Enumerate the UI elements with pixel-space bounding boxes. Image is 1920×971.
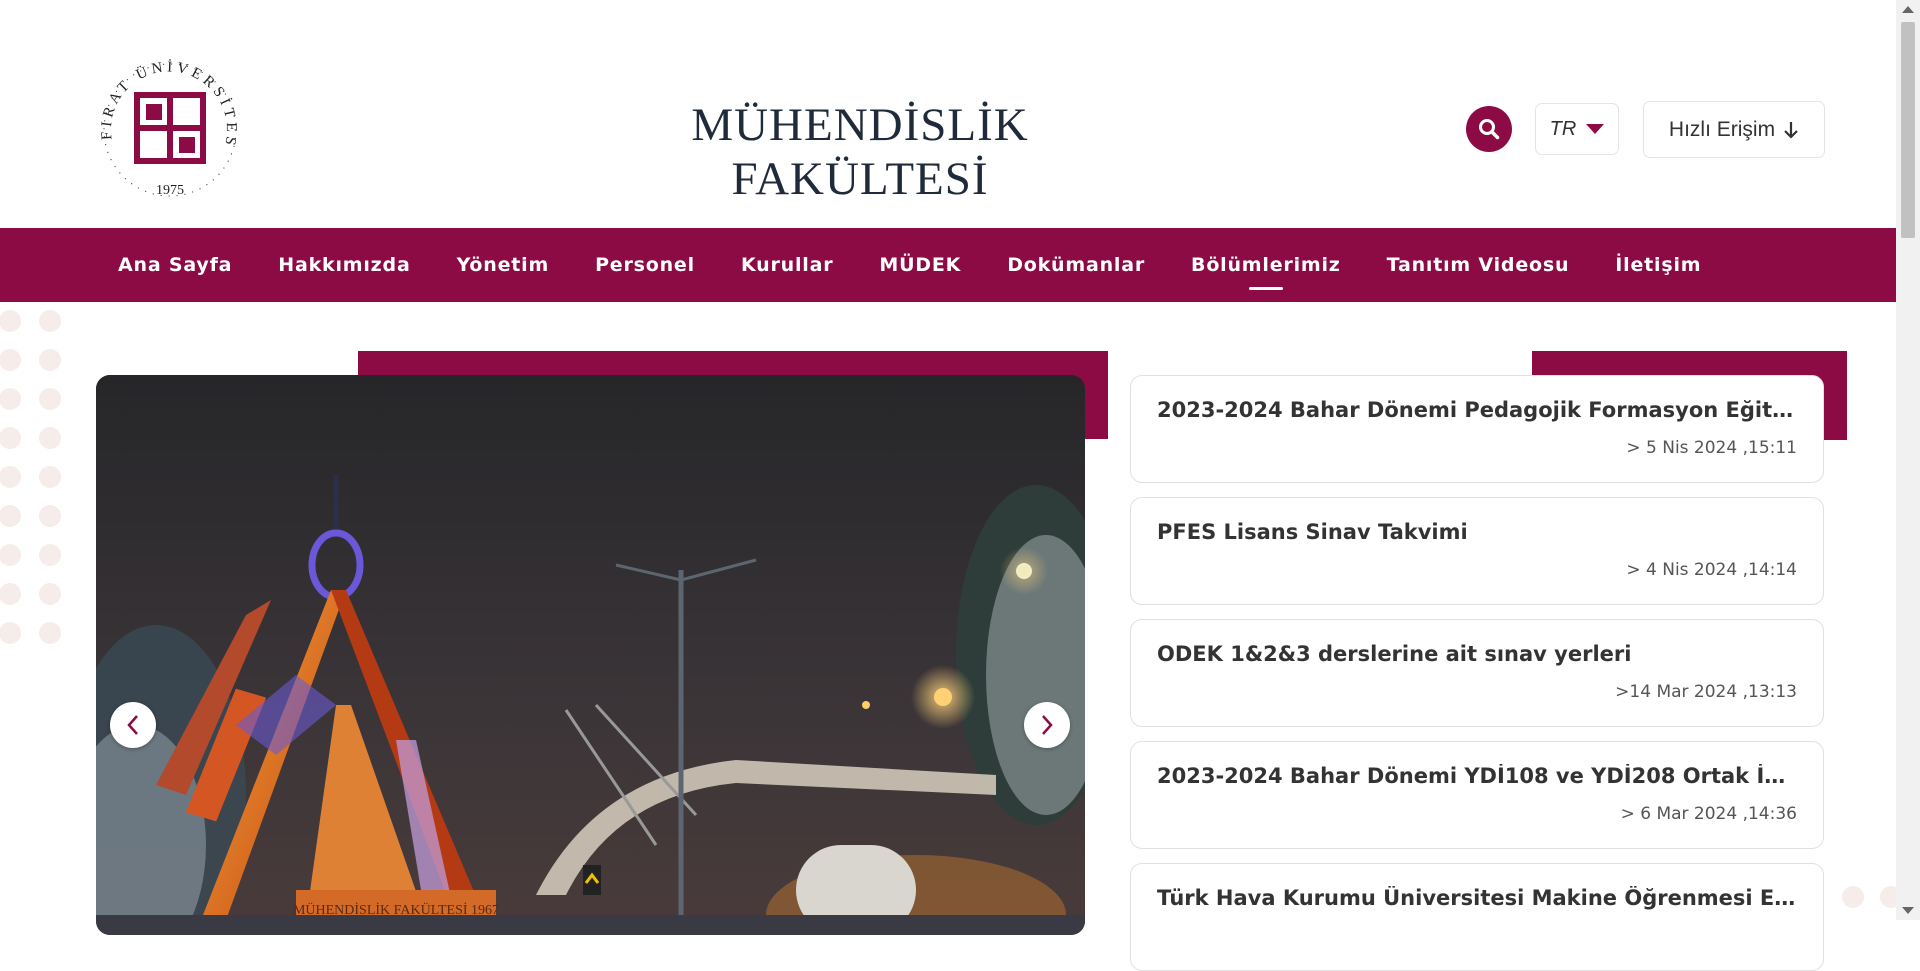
news-date: >14 Mar 2024 ,13:13 bbox=[1615, 682, 1797, 702]
news-card[interactable]: 2023-2024 Bahar Dönemi YDİ108 ve YDİ208 … bbox=[1130, 741, 1824, 849]
page-title: MÜHENDİSLİK FAKÜLTESİ bbox=[691, 99, 1029, 205]
decorative-dot bbox=[0, 622, 21, 644]
quick-access-label: Hızlı Erişim bbox=[1668, 117, 1776, 141]
chevron-right-icon bbox=[1042, 715, 1053, 735]
decorative-dot bbox=[0, 388, 21, 410]
news-title[interactable]: ODEK 1&2&3 derslerine ait sınav yerleri bbox=[1157, 642, 1799, 666]
language-selector[interactable]: TR bbox=[1535, 103, 1619, 155]
news-card[interactable]: PFES Lisans Sinav Takvimi > 4 Nis 2024 ,1… bbox=[1130, 497, 1824, 605]
decorative-dot bbox=[39, 622, 61, 644]
decorative-dot bbox=[39, 349, 61, 371]
slider-prev-button[interactable] bbox=[110, 702, 156, 748]
nav-item[interactable]: Bölümlerimiz bbox=[1168, 254, 1364, 276]
decorative-dot bbox=[0, 427, 21, 449]
decorative-dot bbox=[39, 544, 61, 566]
decorative-dot bbox=[39, 505, 61, 527]
decorative-dot bbox=[0, 505, 21, 527]
page-scrollbar[interactable] bbox=[1896, 0, 1920, 920]
decorative-dots bbox=[0, 310, 70, 650]
slide-image: MÜHENDİSLİK FAKÜLTESİ 1967 bbox=[96, 375, 1085, 935]
news-title[interactable]: PFES Lisans Sinav Takvimi bbox=[1157, 520, 1799, 544]
search-button[interactable] bbox=[1466, 106, 1512, 152]
language-label: TR bbox=[1549, 117, 1577, 140]
site-header: FIRAT ÜNİVERSİTESİ 1975 MÜHENDİSLİK FAKÜ… bbox=[0, 0, 1896, 228]
decorative-dot bbox=[39, 466, 61, 488]
nav-item[interactable]: Ana Sayfa bbox=[95, 254, 255, 276]
news-title[interactable]: 2023-2024 Bahar Dönemi Pedagojik Formasy… bbox=[1157, 398, 1799, 422]
decorative-dot bbox=[39, 583, 61, 605]
search-icon bbox=[1479, 119, 1500, 140]
slider-next-button[interactable] bbox=[1024, 702, 1070, 748]
arrow-down-icon bbox=[1784, 121, 1798, 139]
caret-down-icon bbox=[1586, 124, 1605, 134]
chevron-left-icon bbox=[127, 715, 138, 735]
decorative-dot bbox=[0, 466, 21, 488]
main-navigation: Ana Sayfa Hakkımızda Yönetim Personel Kurull… bbox=[0, 228, 1896, 302]
nav-list: Ana Sayfa Hakkımızda Yönetim Personel Kurull… bbox=[95, 228, 1724, 302]
nav-item[interactable]: MÜDEK bbox=[856, 254, 984, 276]
decorative-dot bbox=[39, 388, 61, 410]
nav-item[interactable]: Hakkımızda bbox=[255, 254, 433, 276]
decorative-dot bbox=[0, 310, 21, 332]
nav-item[interactable]: Yönetim bbox=[434, 254, 572, 276]
scroll-up-icon[interactable] bbox=[1902, 6, 1914, 13]
decorative-dot bbox=[39, 310, 61, 332]
decorative-dot bbox=[0, 583, 21, 605]
news-title[interactable]: 2023-2024 Bahar Dönemi YDİ108 ve YDİ208 … bbox=[1157, 764, 1799, 788]
image-slider[interactable]: MÜHENDİSLİK FAKÜLTESİ 1967 bbox=[96, 375, 1085, 935]
quick-access-button[interactable]: Hızlı Erişim bbox=[1643, 101, 1825, 158]
news-date: > 5 Nis 2024 ,15:11 bbox=[1626, 438, 1797, 458]
news-card[interactable]: ODEK 1&2&3 derslerine ait sınav yerleri >… bbox=[1130, 619, 1824, 727]
news-title[interactable]: Türk Hava Kurumu Üniversitesi Makine Öğr… bbox=[1157, 886, 1799, 910]
nav-item[interactable]: Tanıtım Videosu bbox=[1364, 254, 1593, 276]
news-date: > 4 Nis 2024 ,14:14 bbox=[1626, 560, 1797, 580]
nav-item[interactable]: Personel bbox=[572, 254, 718, 276]
decorative-dot bbox=[0, 349, 21, 371]
news-card[interactable]: Türk Hava Kurumu Üniversitesi Makine Öğr… bbox=[1130, 863, 1824, 971]
decorative-dot bbox=[0, 544, 21, 566]
scroll-down-icon[interactable] bbox=[1902, 907, 1914, 914]
nav-item[interactable]: Dokümanlar bbox=[984, 254, 1168, 276]
nav-item[interactable]: İletişim bbox=[1592, 254, 1724, 276]
university-logo[interactable]: FIRAT ÜNİVERSİTESİ 1975 bbox=[88, 40, 248, 208]
nav-item[interactable]: Kurullar bbox=[718, 254, 856, 276]
news-date: > 6 Mar 2024 ,14:36 bbox=[1620, 804, 1797, 824]
decorative-dot bbox=[39, 427, 61, 449]
logo-year: 1975 bbox=[156, 183, 184, 198]
scroll-thumb[interactable] bbox=[1901, 22, 1915, 238]
news-card[interactable]: 2023-2024 Bahar Dönemi Pedagojik Formasy… bbox=[1130, 375, 1824, 483]
